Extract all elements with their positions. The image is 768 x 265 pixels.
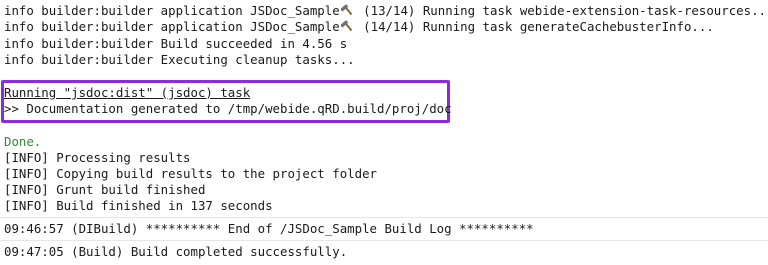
jsdoc-output-line: >> Documentation generated to /tmp/webid… — [4, 101, 452, 116]
info-line-4: [INFO] Build finished in 137 seconds — [4, 198, 273, 213]
info-line-2: [INFO] Copying build results to the proj… — [4, 166, 377, 181]
info-line-3: [INFO] Grunt build finished — [4, 182, 206, 197]
hammer-icon — [340, 20, 352, 32]
console-line-build-1: info builder:builder application JSDoc_S… — [4, 3, 768, 18]
done-line: Done. — [4, 134, 42, 149]
console-line-build-4: info builder:builder Executing cleanup t… — [4, 52, 355, 67]
console-line-build-3: info builder:builder Build succeeded in … — [4, 36, 348, 51]
jsdoc-task-line: Running "jsdoc:dist" (jsdoc) task — [4, 85, 251, 100]
build-complete-line: 09:47:05 (Build) Build completed success… — [4, 244, 348, 259]
hammer-icon — [340, 4, 352, 16]
console-line-build-2: info builder:builder application JSDoc_S… — [4, 19, 714, 34]
divider — [0, 240, 768, 241]
divider — [0, 217, 768, 218]
log-end-line: 09:46:57 (DIBuild) ********** End of /JS… — [4, 221, 534, 236]
info-line-1: [INFO] Processing results — [4, 150, 191, 165]
